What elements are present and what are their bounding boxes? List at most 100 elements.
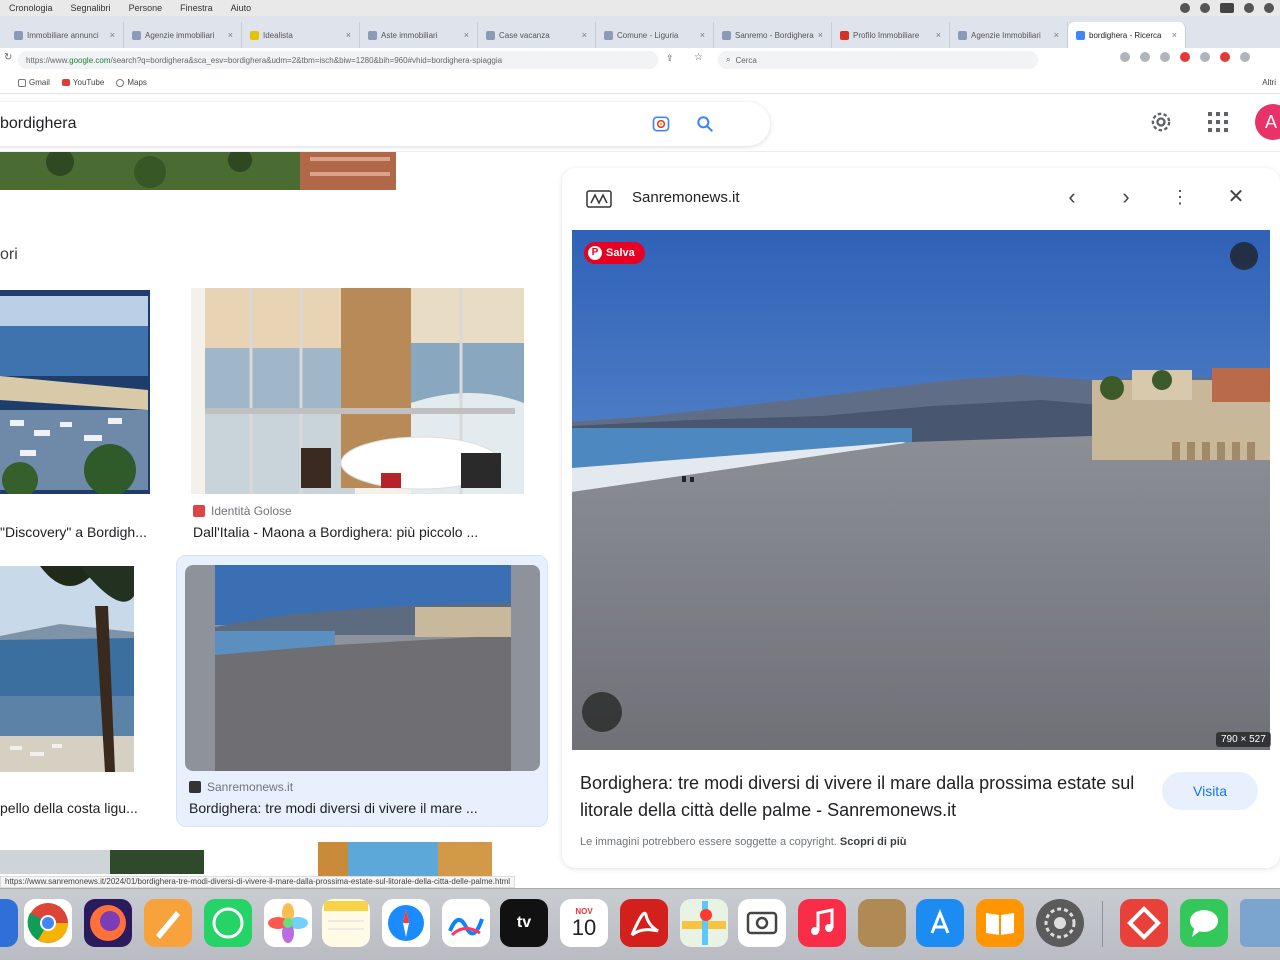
- share-icon[interactable]: ⇪: [666, 53, 674, 64]
- finder-icon[interactable]: [0, 899, 18, 947]
- browser-tab[interactable]: Comune - Liguria ×: [596, 22, 714, 48]
- extension-icon[interactable]: [1140, 52, 1150, 62]
- close-tab-icon[interactable]: ×: [110, 30, 115, 40]
- bookmark-label: Gmail: [29, 78, 50, 87]
- extension-icon[interactable]: [1160, 52, 1170, 62]
- find-field[interactable]: ⌕ Cerca: [718, 51, 1038, 69]
- chrome-icon[interactable]: [24, 899, 72, 947]
- safari-icon[interactable]: [382, 899, 430, 947]
- close-tab-icon[interactable]: ×: [1172, 30, 1177, 40]
- settings-gear-icon[interactable]: [1147, 108, 1175, 136]
- search-input[interactable]: [0, 114, 620, 134]
- result-image-bottom[interactable]: [318, 842, 492, 876]
- messages-icon[interactable]: [1180, 899, 1228, 947]
- result-image-pine-coast[interactable]: [0, 566, 134, 772]
- address-bar[interactable]: https://www. google.com/search?q=bordighe…: [18, 51, 658, 69]
- result-source[interactable]: Sanremonews.it: [189, 780, 293, 794]
- result-title[interactable]: Bordighera: tre modi diversi di vivere i…: [189, 800, 534, 816]
- visual-search-icon[interactable]: [582, 692, 622, 732]
- preview-image[interactable]: [572, 230, 1270, 750]
- menu-window[interactable]: Finestra: [171, 3, 222, 13]
- system-settings-icon[interactable]: [1036, 899, 1084, 947]
- apps-grid-icon[interactable]: [1206, 110, 1230, 134]
- result-image-beach-selected[interactable]: [185, 565, 540, 771]
- google-lens-icon[interactable]: [650, 114, 672, 134]
- pinterest-save-button[interactable]: P Salva: [584, 242, 645, 264]
- close-tab-icon[interactable]: ×: [700, 30, 705, 40]
- browser-tab[interactable]: Idealista ×: [242, 22, 360, 48]
- account-avatar[interactable]: A: [1255, 104, 1280, 140]
- browser-tab[interactable]: Immobiliare annunci ×: [6, 22, 124, 48]
- downloads-stack-icon[interactable]: [1240, 899, 1280, 947]
- browser-tab[interactable]: Case vacanza ×: [478, 22, 596, 48]
- notes-icon[interactable]: [322, 899, 370, 947]
- books-icon[interactable]: [976, 899, 1024, 947]
- firefox-icon[interactable]: [84, 899, 132, 947]
- result-title[interactable]: "Discovery" a Bordigh...: [0, 524, 158, 540]
- other-bookmarks[interactable]: Altri: [1262, 78, 1276, 87]
- bookmark-youtube[interactable]: YouTube: [61, 78, 104, 87]
- browser-tab[interactable]: Sanremo - Bordighera ×: [714, 22, 832, 48]
- wifi-icon[interactable]: [1244, 3, 1254, 13]
- previous-image-icon[interactable]: ‹: [1060, 186, 1084, 210]
- result-image-harbour[interactable]: [0, 290, 150, 494]
- battery-icon[interactable]: [1220, 3, 1234, 13]
- bookmark-maps[interactable]: Maps: [116, 78, 147, 87]
- photos-icon[interactable]: [264, 899, 312, 947]
- reload-icon[interactable]: ↻: [4, 52, 12, 63]
- result-image-restaurant[interactable]: [191, 288, 524, 494]
- acrobat-icon[interactable]: [620, 899, 668, 947]
- lens-search-icon[interactable]: [1230, 242, 1258, 270]
- whatsapp-icon[interactable]: [204, 899, 252, 947]
- menu-people[interactable]: Persone: [120, 3, 172, 13]
- more-options-icon[interactable]: ⋮: [1168, 186, 1192, 210]
- maps-app-icon[interactable]: [680, 899, 728, 947]
- extension-icon[interactable]: [1240, 52, 1250, 62]
- freeform-icon[interactable]: [442, 899, 490, 947]
- app-store-icon[interactable]: [916, 899, 964, 947]
- extension-icon[interactable]: [1220, 52, 1230, 62]
- result-title[interactable]: Dall'Italia - Maona a Bordighera: più pi…: [193, 524, 533, 540]
- spotlight-icon[interactable]: [1264, 3, 1274, 13]
- close-tab-icon[interactable]: ×: [228, 30, 233, 40]
- close-tab-icon[interactable]: ×: [936, 30, 941, 40]
- panel-title[interactable]: Bordighera: tre modi diversi di vivere i…: [580, 770, 1140, 824]
- close-tab-icon[interactable]: ×: [818, 30, 823, 40]
- bookmark-gmail[interactable]: Gmail: [18, 78, 50, 87]
- result-image-top[interactable]: [0, 152, 396, 190]
- music-icon[interactable]: [798, 899, 846, 947]
- close-icon[interactable]: ✕: [1224, 186, 1248, 210]
- result-image-bottom[interactable]: [0, 850, 204, 874]
- calendar-icon[interactable]: NOV 10: [560, 899, 608, 947]
- browser-tab-active[interactable]: bordighera - Ricerca ×: [1068, 22, 1186, 48]
- apple-tv-icon[interactable]: tv: [500, 899, 548, 947]
- menu-bookmarks[interactable]: Segnalibri: [62, 3, 120, 13]
- bookmark-star-icon[interactable]: ☆: [694, 52, 703, 63]
- anydesk-icon[interactable]: [1120, 899, 1168, 947]
- extension-icon[interactable]: [1200, 52, 1210, 62]
- learn-more-link[interactable]: Scopri di più: [840, 836, 907, 848]
- pages-icon[interactable]: [144, 899, 192, 947]
- result-title[interactable]: pello della costa ligu...: [0, 800, 158, 816]
- screenshot-icon[interactable]: [738, 899, 786, 947]
- bluetooth-icon[interactable]: [1200, 3, 1210, 13]
- close-tab-icon[interactable]: ×: [582, 30, 587, 40]
- status-icon[interactable]: [1180, 3, 1190, 13]
- menu-history[interactable]: Cronologia: [0, 3, 62, 13]
- next-image-icon[interactable]: ›: [1114, 186, 1138, 210]
- close-tab-icon[interactable]: ×: [1054, 30, 1059, 40]
- visit-button[interactable]: Visita: [1162, 772, 1258, 810]
- menu-help[interactable]: Aiuto: [222, 3, 261, 13]
- browser-tab[interactable]: Aste immobiliari ×: [360, 22, 478, 48]
- extension-icon[interactable]: [1120, 52, 1130, 62]
- extension-icon[interactable]: [1180, 52, 1190, 62]
- close-tab-icon[interactable]: ×: [346, 30, 351, 40]
- browser-tab[interactable]: Agenzie Immobiliari ×: [950, 22, 1068, 48]
- close-tab-icon[interactable]: ×: [464, 30, 469, 40]
- panel-site-name[interactable]: Sanremonews.it: [632, 189, 740, 206]
- browser-tab[interactable]: Profilo Immobiliare ×: [832, 22, 950, 48]
- search-icon[interactable]: [694, 114, 716, 134]
- contacts-icon[interactable]: [858, 899, 906, 947]
- browser-tab[interactable]: Agenzie immobiliari ×: [124, 22, 242, 48]
- result-source[interactable]: Identità Golose: [193, 504, 292, 518]
